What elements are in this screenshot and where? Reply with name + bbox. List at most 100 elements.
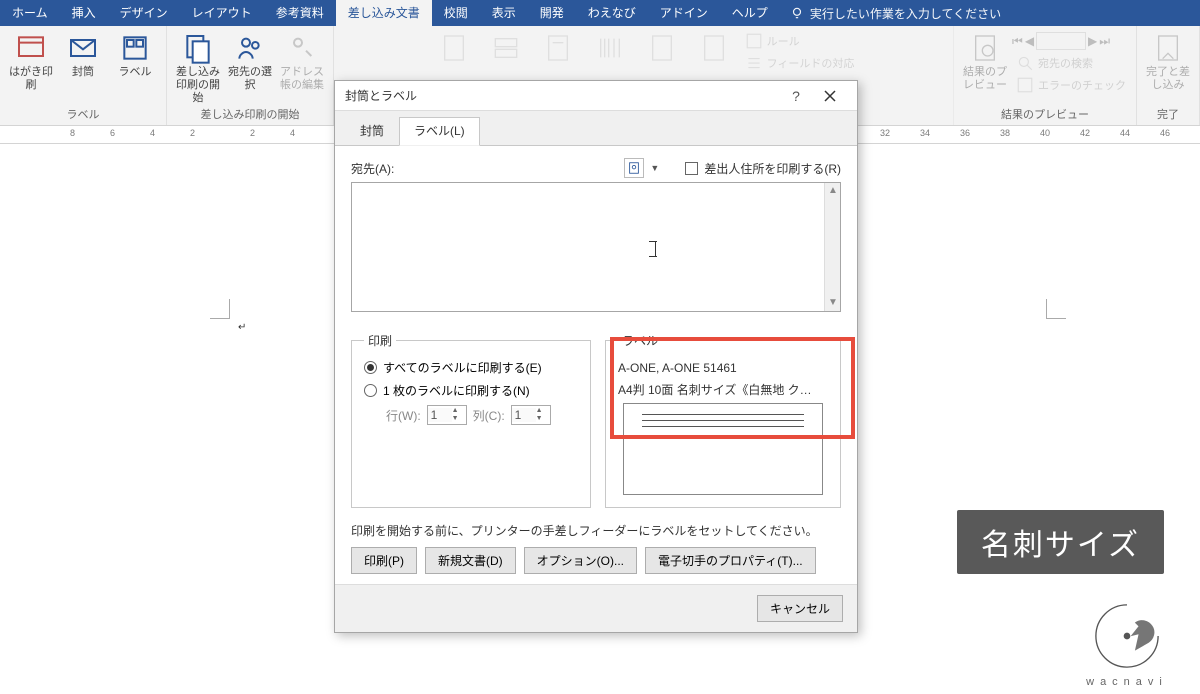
epostage-button[interactable]: 電子切手のプロパティ(T)...	[645, 547, 816, 574]
dialog-help-button[interactable]: ?	[779, 81, 813, 111]
scroll-up-icon[interactable]: ▲	[827, 185, 839, 197]
row-label: 行(W):	[386, 407, 421, 424]
mailmerge-icon	[182, 32, 214, 64]
tab-home[interactable]: ホーム	[0, 0, 60, 26]
hagaki-button[interactable]: はがき印刷	[6, 30, 56, 94]
address-textarea[interactable]: ▲ ▼	[351, 182, 841, 312]
dialog-tab-label[interactable]: ラベル(L)	[399, 117, 480, 146]
first-record-icon: ⏮	[1012, 34, 1023, 49]
finish-icon	[1152, 32, 1184, 64]
page-corner-tr	[1046, 299, 1066, 319]
print-options-group: 印刷 すべてのラベルに印刷する(E) 1 枚のラベルに印刷する(N) 行(W):…	[351, 332, 591, 508]
tab-help[interactable]: ヘルプ	[720, 0, 780, 26]
col-spinner[interactable]: ▲▼	[511, 405, 551, 425]
scroll-down-icon[interactable]: ▼	[827, 297, 839, 309]
match-fields-button: フィールドの対応	[741, 52, 859, 74]
tab-custom[interactable]: わえなび	[576, 0, 648, 26]
dialog-tabs: 封筒 ラベル(L)	[335, 111, 857, 146]
tab-mailings[interactable]: 差し込み文書	[336, 0, 432, 26]
page-corner-tl	[210, 299, 230, 319]
envelopes-labels-dialog: 封筒とラベル ? 封筒 ラベル(L) 宛先(A): ▼ 差出人住所を印刷する(R…	[334, 80, 858, 633]
select-recipients-button[interactable]: 宛先の選択	[225, 30, 275, 94]
start-mailmerge-button[interactable]: 差し込み印刷の開始	[173, 30, 223, 107]
group-finish-label: 完了	[1157, 107, 1179, 123]
annotation-callout: 名刺サイズ	[957, 510, 1164, 574]
rules-icon	[745, 32, 763, 50]
tab-developer[interactable]: 開発	[528, 0, 576, 26]
dialog-close-button[interactable]	[813, 81, 847, 111]
tab-insert[interactable]: 挿入	[60, 0, 108, 26]
printer-hint: 印刷を開始する前に、プリンターの手差しフィーダーにラベルをセットしてください。	[351, 522, 841, 539]
tab-references[interactable]: 参考資料	[264, 0, 336, 26]
hagaki-icon	[15, 32, 47, 64]
greeting-line-button	[533, 30, 583, 66]
group-preview-label: 結果のプレビュー	[1001, 107, 1089, 123]
insert-field-button	[637, 30, 687, 66]
app-tabs: ホーム 挿入 デザイン レイアウト 参考資料 差し込み文書 校閲 表示 開発 わ…	[0, 0, 1200, 26]
address-book-icon	[627, 161, 641, 175]
edit-recipients-icon	[286, 32, 318, 64]
watermark-logo: wacnavi	[1082, 596, 1172, 688]
radio-all-labels[interactable]: すべてのラベルに印刷する(E)	[364, 359, 578, 376]
insert-merge-field-button	[689, 30, 739, 66]
prev-record-icon: ◀	[1025, 34, 1034, 48]
bulb-icon	[790, 6, 804, 20]
preview-icon	[969, 32, 1001, 64]
paragraph-mark: ↵	[238, 322, 246, 333]
sender-address-checkbox[interactable]	[685, 162, 698, 175]
label-info-group[interactable]: ラベル A-ONE, A-ONE 51461 A4判 10面 名刺サイズ《白無地…	[605, 332, 841, 508]
finish-merge-button: 完了と差し込み	[1143, 30, 1193, 94]
address-block-button	[481, 30, 531, 66]
radio-single-label[interactable]: 1 枚のラベルに印刷する(N)	[364, 382, 578, 399]
dialog-titlebar[interactable]: 封筒とラベル ?	[335, 81, 857, 111]
envelope-button[interactable]: 封筒	[58, 30, 108, 81]
record-number-input	[1036, 32, 1086, 50]
print-button[interactable]: 印刷(P)	[351, 547, 417, 574]
tab-layout[interactable]: レイアウト	[180, 0, 264, 26]
group-start: 差し込み印刷の開始 宛先の選択 アドレス帳の編集 差し込み印刷の開始	[167, 26, 334, 125]
label-button[interactable]: ラベル	[110, 30, 160, 81]
address-scrollbar[interactable]: ▲ ▼	[824, 183, 840, 311]
check-icon	[1016, 76, 1034, 94]
address-book-button[interactable]	[624, 158, 644, 178]
tell-me[interactable]: 実行したい作業を入力してください	[780, 0, 1011, 26]
new-document-button[interactable]: 新規文書(D)	[425, 547, 516, 574]
recipients-icon	[234, 32, 266, 64]
next-record-icon: ▶	[1088, 34, 1097, 48]
sender-address-label: 差出人住所を印刷する(R)	[704, 160, 841, 177]
group-preview: 結果のプレビュー ⏮ ◀ ▶ ⏭ 宛先の検索 エラーのチェック 結果のプレビュー	[954, 26, 1137, 125]
last-record-icon: ⏭	[1099, 34, 1110, 49]
tab-review[interactable]: 校閲	[432, 0, 480, 26]
col-label: 列(C):	[473, 407, 505, 424]
dialog-title-text: 封筒とラベル	[345, 87, 417, 104]
tab-addin[interactable]: アドイン	[648, 0, 720, 26]
tell-me-text: 実行したい作業を入力してください	[810, 5, 1001, 22]
close-icon	[824, 90, 836, 102]
label-preview	[623, 403, 823, 495]
search-icon	[1016, 54, 1034, 72]
group-create-label: ラベル	[67, 107, 100, 123]
watermark-text: wacnavi	[1082, 676, 1172, 688]
dropdown-arrow-icon[interactable]: ▼	[650, 163, 659, 173]
label-product-line1: A-ONE, A-ONE 51461	[618, 359, 828, 377]
highlight-fields-button	[429, 30, 479, 66]
label-icon	[119, 32, 151, 64]
dialog-body: 宛先(A): ▼ 差出人住所を印刷する(R) ▲ ▼ 印刷 すべてのラベルに印刷…	[335, 146, 857, 584]
tab-design[interactable]: デザイン	[108, 0, 180, 26]
row-spinner[interactable]: ▲▼	[427, 405, 467, 425]
dialog-tab-envelope[interactable]: 封筒	[345, 117, 399, 145]
match-icon	[745, 54, 763, 72]
print-group-legend: 印刷	[364, 332, 396, 349]
tab-view[interactable]: 表示	[480, 0, 528, 26]
label-product-line2: A4判 10面 名刺サイズ《白無地 ク…	[618, 381, 828, 399]
preview-results-button: 結果のプレビュー	[960, 30, 1010, 94]
cancel-button[interactable]: キャンセル	[757, 595, 843, 622]
options-button[interactable]: オプション(O)...	[524, 547, 637, 574]
address-label: 宛先(A):	[351, 160, 394, 177]
rules-button: ルール	[741, 30, 859, 52]
group-create: はがき印刷 封筒 ラベル ラベル	[0, 26, 167, 125]
check-errors-button: エラーのチェック	[1012, 74, 1130, 96]
label-group-legend: ラベル	[618, 332, 662, 349]
group-finish: 完了と差し込み 完了	[1137, 26, 1200, 125]
barcode-button	[585, 30, 635, 66]
